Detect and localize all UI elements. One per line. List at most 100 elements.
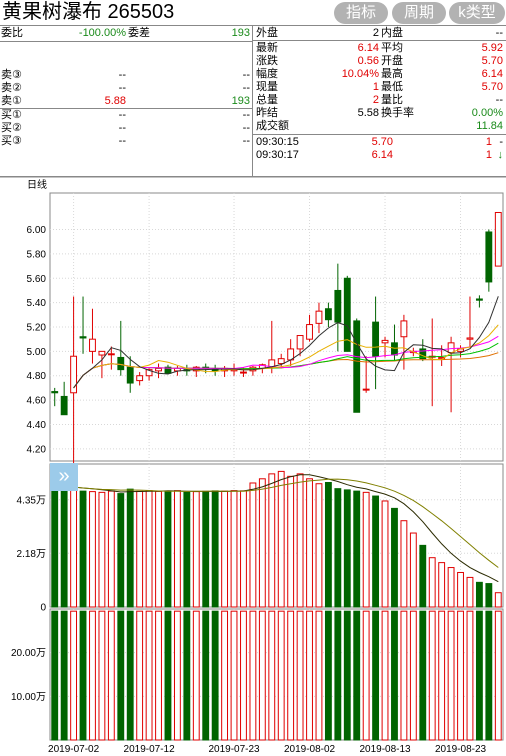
quote-label: 幅度 bbox=[256, 68, 278, 80]
volume-bar bbox=[89, 491, 96, 608]
price-tick-label: 4.60 bbox=[27, 396, 47, 407]
open-interest-bar bbox=[324, 610, 332, 741]
volume-bar bbox=[419, 544, 427, 608]
bid-row[interactable]: 买① -- -- bbox=[0, 109, 253, 122]
quote-label: 现量 bbox=[256, 81, 278, 93]
open-interest-bar bbox=[362, 610, 370, 741]
quote-row: 最新 6.14 平均 5.92 bbox=[253, 42, 506, 55]
candle-down bbox=[60, 395, 68, 416]
open-interest-bar bbox=[428, 610, 436, 741]
bid-price: -- bbox=[118, 109, 126, 121]
open-interest-bar bbox=[173, 610, 181, 741]
divider bbox=[253, 134, 506, 135]
quote-value: 5.70 bbox=[481, 55, 503, 67]
open-interest-bar bbox=[343, 610, 351, 741]
inner-value: -- bbox=[495, 27, 503, 39]
open-interest-bar bbox=[334, 610, 342, 741]
volume-bar bbox=[296, 473, 304, 608]
open-interest-bar bbox=[98, 610, 106, 741]
ask-label: 卖① bbox=[1, 95, 22, 107]
open-interest-bar bbox=[400, 610, 408, 741]
quote-row: 现量 1 最低 5.70 bbox=[253, 81, 506, 94]
quote-row: 幅度 10.04% 最高 6.14 bbox=[253, 68, 506, 81]
bid-price: -- bbox=[118, 122, 126, 134]
divider bbox=[0, 41, 253, 42]
ask-row[interactable]: 卖① 5.88 193 bbox=[0, 95, 253, 108]
volume-bar bbox=[381, 500, 389, 608]
tick-volume: 1 bbox=[485, 136, 492, 148]
open-interest-bar bbox=[126, 610, 134, 741]
indicator-button[interactable]: 指标 bbox=[334, 2, 388, 24]
candle-up bbox=[447, 342, 455, 354]
volume-bar bbox=[126, 488, 134, 608]
open-interest-bar bbox=[136, 610, 144, 741]
open-interest-bar bbox=[353, 610, 361, 741]
volume-bar bbox=[277, 470, 285, 608]
quote-label: 最低 bbox=[381, 81, 403, 93]
bid-volume: -- bbox=[242, 135, 250, 147]
chart-area[interactable]: 日线 6.00 5.80 5.60 5.40 5.20 5.00 4.80 4.60 4.40 4.… bbox=[0, 177, 506, 756]
candle-up bbox=[400, 320, 408, 338]
volume-bar bbox=[145, 490, 153, 608]
bid-label: 买② bbox=[1, 122, 22, 134]
quote-label: 总量 bbox=[256, 94, 278, 106]
volume-bar bbox=[400, 520, 408, 608]
open-interest-bar bbox=[249, 610, 257, 741]
open-interest-bar bbox=[155, 610, 162, 741]
volume-bar bbox=[268, 473, 276, 608]
candle-up bbox=[89, 338, 96, 352]
volume-bar bbox=[192, 491, 200, 608]
volume-bar bbox=[457, 571, 464, 608]
open-interest-bar bbox=[145, 610, 153, 741]
open-interest-bar bbox=[79, 610, 87, 741]
tick-price: 5.70 bbox=[371, 136, 393, 148]
period-button[interactable]: 周期 bbox=[392, 2, 446, 24]
ask-row[interactable]: 卖③ -- -- bbox=[0, 69, 253, 82]
price-tick-label: 6.00 bbox=[27, 225, 47, 236]
quote-label: 涨跌 bbox=[256, 55, 278, 67]
bid-label: 买③ bbox=[1, 135, 22, 147]
bid-row[interactable]: 买③ -- -- bbox=[0, 135, 253, 148]
ma60-line bbox=[73, 352, 499, 389]
volume-bar bbox=[221, 490, 229, 608]
open-interest-bar bbox=[192, 610, 200, 741]
open-interest-bar bbox=[60, 610, 68, 741]
commission-diff-value: 193 bbox=[231, 27, 250, 39]
candle-down bbox=[391, 342, 398, 356]
ask-row[interactable]: 卖② -- -- bbox=[0, 82, 253, 95]
date-tick-label: 2019-07-23 bbox=[208, 744, 260, 755]
candle-up bbox=[155, 367, 162, 372]
open-interest-bar bbox=[466, 610, 474, 741]
open-interest-tick-label: 10.00万 bbox=[11, 692, 46, 703]
ask-volume: -- bbox=[242, 82, 250, 94]
open-interest-bar bbox=[277, 610, 285, 741]
expand-indicator-icon[interactable]: » bbox=[50, 463, 78, 491]
price-tick-label: 4.40 bbox=[27, 420, 47, 431]
quote-row: 昨结 5.58 换手率 0.00% bbox=[253, 107, 506, 120]
quote-row: 成交额 11.84 bbox=[253, 120, 506, 133]
period-label: 日线 bbox=[27, 178, 47, 191]
volume-tick-label: 4.35万 bbox=[17, 495, 46, 506]
ask-price: -- bbox=[118, 82, 126, 94]
volume-bar bbox=[438, 562, 446, 608]
quote-value: 11.84 bbox=[476, 120, 503, 132]
bid-row[interactable]: 买② -- -- bbox=[0, 122, 253, 135]
open-interest-bar bbox=[438, 610, 446, 741]
commission-diff-label: 委差 bbox=[128, 27, 150, 39]
quote-label: 量比 bbox=[381, 94, 403, 106]
price-tick-label: 5.80 bbox=[27, 249, 47, 260]
candle-up bbox=[277, 358, 285, 365]
open-interest-bar bbox=[287, 610, 295, 741]
date-tick-label: 2019-08-02 bbox=[284, 744, 336, 755]
open-interest-bar bbox=[296, 610, 304, 741]
price-tick-label: 5.00 bbox=[27, 347, 47, 358]
quote-label: 平均 bbox=[381, 42, 403, 54]
volume-bar bbox=[362, 491, 370, 608]
candle-down bbox=[485, 231, 493, 283]
candle-up bbox=[362, 388, 370, 391]
date-tick-label: 2019-07-02 bbox=[48, 744, 100, 755]
k-type-button[interactable]: k类型 bbox=[449, 2, 505, 24]
bid-label: 买① bbox=[1, 109, 22, 121]
candle-up bbox=[98, 350, 106, 356]
quote-value: 6.14 bbox=[357, 42, 379, 54]
